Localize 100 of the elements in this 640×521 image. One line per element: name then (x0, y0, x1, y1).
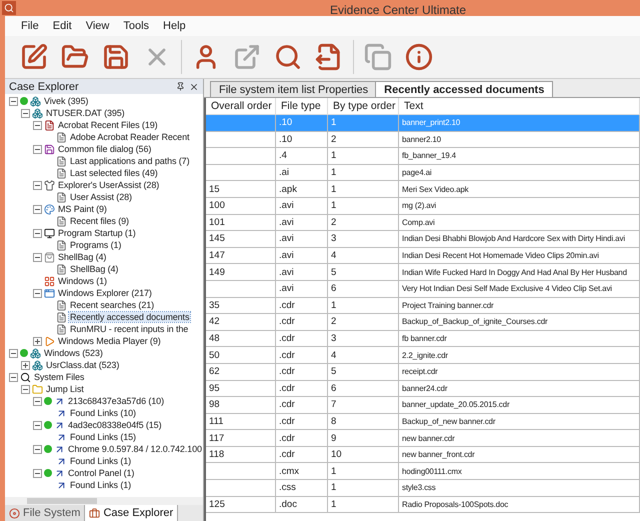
table-cell: Very Hot Indian Desi Self Made Exclusive 4 Video Clip Set.avi (399, 280, 640, 298)
collapse-toggle[interactable] (21, 384, 30, 394)
tree-item[interactable]: System Files (33, 372, 86, 382)
menu-item[interactable]: View (78, 20, 116, 32)
search-icon (20, 372, 31, 382)
collapse-toggle[interactable] (33, 144, 42, 154)
menu-item[interactable]: Edit (46, 20, 79, 32)
collapse-toggle[interactable] (33, 444, 42, 454)
collapse-toggle[interactable] (33, 204, 42, 214)
pin-icon[interactable] (176, 82, 185, 91)
tree-item[interactable]: User Assist (28) (69, 192, 133, 202)
panel-tab[interactable]: Case Explorer (85, 505, 178, 521)
tree-item[interactable]: Found Links (1) (69, 480, 132, 490)
table-cell: new banner_front.cdr (399, 446, 640, 464)
table-cell: page4.ai (399, 164, 640, 182)
tree-item[interactable]: Found Links (10) (69, 408, 137, 418)
collapse-toggle[interactable] (33, 468, 42, 478)
document-tab[interactable]: Recently accessed documents (375, 81, 554, 97)
document-icon (56, 312, 67, 322)
tree-item[interactable]: Programs (1) (69, 240, 122, 250)
table-cell: Indian Wife Fucked Hard In Doggy And Had Anal By Her Husband (399, 264, 640, 281)
menu-item[interactable]: Help (156, 20, 193, 32)
tree-item[interactable]: Windows Media Player (9) (57, 336, 162, 346)
tree-item[interactable]: Acrobat Recent Files (19) (57, 120, 159, 130)
table-cell: 149 (206, 264, 276, 281)
table-cell: banner_print2.10 (399, 115, 640, 132)
collapse-toggle[interactable] (33, 420, 42, 430)
expand-toggle[interactable] (21, 360, 30, 370)
table-cell: .avi (276, 214, 328, 232)
scrollbar[interactable] (5, 497, 203, 505)
tree-item[interactable]: Recent searches (21) (69, 300, 156, 310)
tree-item[interactable]: Program Startup (1) (57, 228, 137, 238)
palette-icon (44, 204, 55, 214)
collapse-toggle[interactable] (33, 228, 42, 238)
collapse-toggle[interactable] (9, 372, 18, 382)
collapse-toggle[interactable] (33, 396, 42, 406)
document-icon (44, 120, 55, 130)
panel-tab[interactable]: File System (5, 505, 86, 521)
menu-item[interactable]: Tools (116, 20, 156, 32)
tree-item[interactable]: ShellBag (4) (69, 264, 120, 274)
table-cell: .4 (276, 148, 328, 165)
tree-item[interactable]: Found Links (1) (69, 456, 132, 466)
tree-item[interactable]: Control Panel (1) (67, 468, 136, 478)
tree-item[interactable]: Chrome 9.0.597.84 / 12.0.742.100 (67, 444, 203, 454)
close-icon[interactable] (189, 82, 199, 92)
monitor-icon (44, 228, 55, 238)
tree-item[interactable]: Recent files (9) (69, 216, 130, 226)
tree-item[interactable]: 213c68437e3a57d6 (10) (67, 396, 165, 406)
tree-item[interactable]: 4ad3ec08338e04f5 (15) (67, 420, 162, 430)
table-cell: 95 (206, 380, 276, 398)
table-cell: 2 (328, 314, 399, 331)
tree-item[interactable]: Jump List (45, 384, 85, 394)
table-cell: Backup_of_Backup_of_ignite_Courses.cdr (399, 314, 640, 331)
collapse-toggle[interactable] (33, 252, 42, 262)
document-icon (56, 216, 67, 226)
collapse-toggle[interactable] (33, 288, 42, 298)
registry-icon (32, 360, 43, 370)
table-cell: .cdr (276, 298, 328, 314)
table-cell: 2.2_ignite.cdr (399, 347, 640, 364)
tree-item[interactable]: Windows Explorer (217) (57, 288, 153, 298)
briefcase-icon (89, 508, 100, 518)
registry-icon (30, 348, 41, 358)
edit-icon (20, 43, 48, 71)
tree-item[interactable]: Found Links (15) (69, 432, 137, 442)
table-cell: .css (276, 480, 328, 497)
collapse-toggle[interactable] (33, 180, 42, 190)
tree-item[interactable]: UsrClass.dat (523) (45, 360, 120, 370)
tree-item[interactable]: Common file dialog (56) (57, 144, 152, 154)
tree-item[interactable]: RunMRU - recent inputs in the (69, 324, 190, 334)
collapse-toggle[interactable] (9, 96, 18, 106)
registry-icon (32, 108, 43, 118)
collapse-toggle[interactable] (33, 120, 42, 130)
table-cell: banner2.10 (399, 132, 640, 148)
tree-item[interactable]: Explorer's UserAssist (28) (57, 180, 160, 190)
tree-item[interactable]: Last selected files (49) (69, 168, 159, 178)
document-icon (56, 264, 67, 274)
table-cell: .avi (276, 280, 328, 298)
expand-toggle[interactable] (33, 336, 42, 346)
table-cell: 2 (328, 214, 399, 232)
table-cell: 4 (328, 347, 399, 364)
table-cell: .doc (276, 496, 328, 514)
menu-item[interactable]: File (14, 20, 46, 32)
tree-item[interactable]: MS Paint (9) (57, 204, 108, 214)
collapse-toggle[interactable] (21, 108, 30, 118)
tree-item[interactable]: Windows (523) (43, 348, 104, 358)
collapse-toggle[interactable] (9, 348, 18, 358)
table-cell: .cmx (276, 463, 328, 480)
document-icon (56, 132, 67, 142)
panel-title: Case Explorer (9, 80, 80, 92)
tree-item[interactable]: NTUSER.DAT (395) (45, 108, 126, 118)
tree-item[interactable]: Recently accessed documents (69, 312, 190, 322)
folder-icon (32, 384, 43, 394)
tree-item[interactable]: ShellBag (4) (57, 252, 108, 262)
disk-icon (9, 508, 20, 518)
tree-item[interactable]: Adobe Acrobat Reader Recent (69, 132, 190, 142)
tree-item[interactable]: Last applications and paths (7) (69, 156, 190, 166)
tree-item[interactable]: Vivek (395) (43, 96, 90, 106)
tree-item[interactable]: Windows (1) (57, 276, 108, 286)
table-cell: 1 (328, 148, 399, 165)
document-tab[interactable]: File system item list Properties (210, 81, 378, 97)
